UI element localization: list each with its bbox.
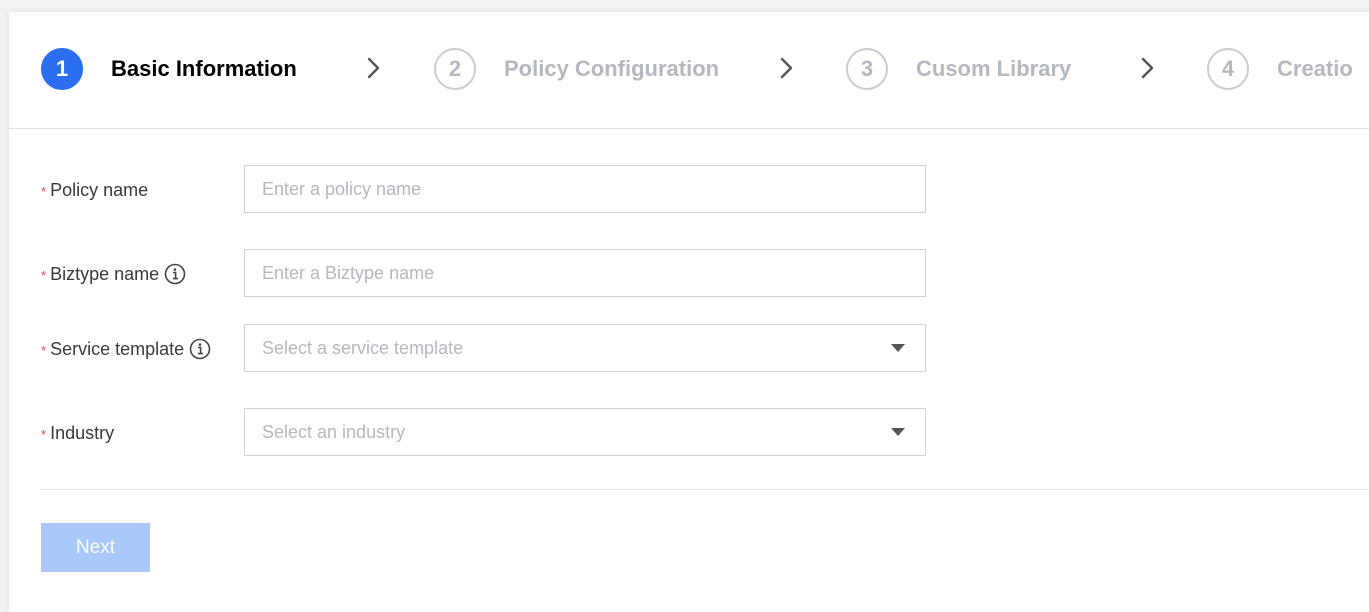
info-circle-icon[interactable] xyxy=(189,338,211,360)
step-label-creation: Creatio xyxy=(1277,56,1353,81)
industry-label-text: Industry xyxy=(50,422,115,443)
policy-creation-page: 1 Basic Information 2 Policy Configurati… xyxy=(9,12,1369,612)
caret-down-icon xyxy=(891,344,905,352)
industry-label: * Industry xyxy=(41,408,114,458)
form-row-industry: * Industry Select an industry xyxy=(9,408,1369,458)
step-creation[interactable]: 4 Creatio xyxy=(1207,46,1353,92)
industry-placeholder: Select an industry xyxy=(262,421,406,442)
chevron-right-icon xyxy=(1135,56,1159,80)
required-mark: * xyxy=(41,426,47,442)
step-policy-configuration[interactable]: 2 Policy Configuration xyxy=(434,46,719,92)
step-label-policy-configuration: Policy Configuration xyxy=(504,56,720,81)
step-navigation: 1 Basic Information 2 Policy Configurati… xyxy=(9,12,1369,129)
chevron-right-icon xyxy=(774,56,798,80)
step-number-3: 3 xyxy=(846,48,888,90)
next-button[interactable]: Next xyxy=(41,523,150,572)
service-template-label-text: Service template xyxy=(50,338,185,359)
form-row-policy-name: * Policy name xyxy=(9,165,1369,215)
policy-name-label-text: Policy name xyxy=(50,179,149,200)
industry-select[interactable]: Select an industry xyxy=(244,408,926,456)
step-label-basic-information: Basic Information xyxy=(111,56,297,81)
form-divider xyxy=(41,489,1369,490)
step-label-custom-library: Cusom Library xyxy=(916,56,1072,81)
required-mark: * xyxy=(41,183,47,199)
step-number-4: 4 xyxy=(1207,48,1249,90)
step-basic-information[interactable]: 1 Basic Information xyxy=(41,46,297,92)
biztype-name-label-text: Biztype name xyxy=(50,263,160,284)
required-mark: * xyxy=(41,267,47,283)
biztype-name-input[interactable] xyxy=(244,249,926,297)
biztype-name-label: * Biztype name xyxy=(41,249,186,299)
service-template-select[interactable]: Select a service template xyxy=(244,324,926,372)
step-number-1: 1 xyxy=(41,48,83,90)
step-number-2: 2 xyxy=(434,48,476,90)
service-template-label: * Service template xyxy=(41,324,211,374)
service-template-placeholder: Select a service template xyxy=(262,337,464,358)
form-row-biztype-name: * Biztype name xyxy=(9,249,1369,299)
policy-name-input[interactable] xyxy=(244,165,926,213)
step-custom-library[interactable]: 3 Cusom Library xyxy=(846,46,1071,92)
chevron-right-icon xyxy=(361,56,385,80)
policy-name-label: * Policy name xyxy=(41,165,148,215)
info-circle-icon[interactable] xyxy=(164,263,186,285)
form-row-service-template: * Service template Select a service temp… xyxy=(9,324,1369,374)
required-mark: * xyxy=(41,342,47,358)
caret-down-icon xyxy=(891,428,905,436)
